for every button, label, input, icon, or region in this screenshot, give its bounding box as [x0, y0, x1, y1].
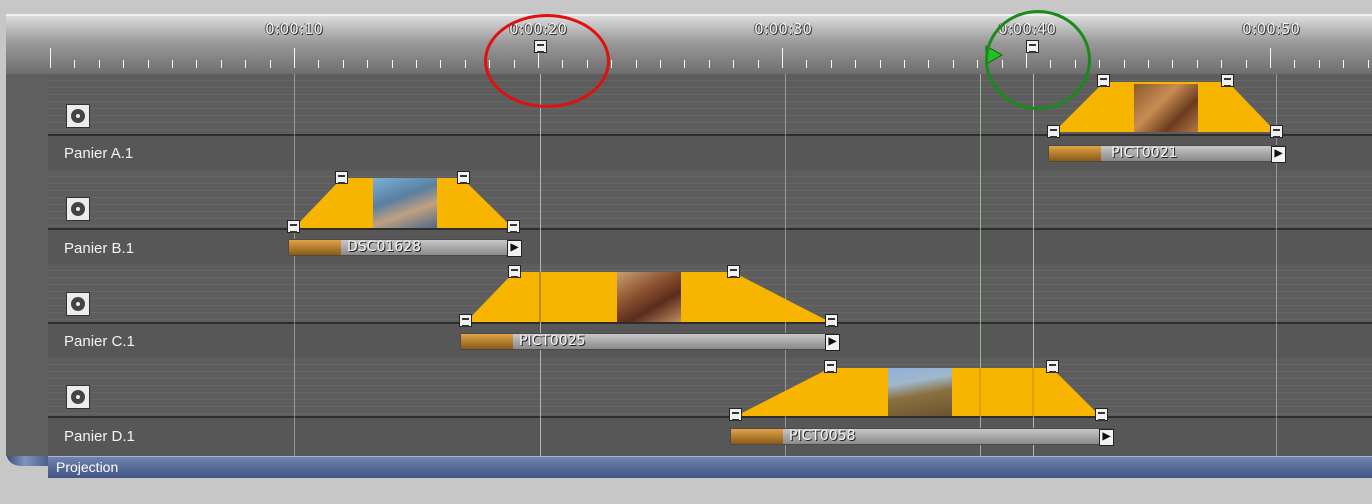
- clip-progress: [1049, 146, 1101, 161]
- keyframe-handle-icon[interactable]: [508, 265, 521, 278]
- clip-thumbnail-a: [1134, 84, 1198, 132]
- clip-thumbnail-d: [888, 368, 952, 416]
- status-strip: [0, 478, 1372, 504]
- clip-name: PICT0021: [1111, 145, 1178, 161]
- keyframe-handle-icon[interactable]: [1270, 125, 1283, 138]
- keyframe-handle-icon[interactable]: [1095, 408, 1108, 421]
- keyframe-handle-icon[interactable]: [1047, 125, 1060, 138]
- clip-thumbnail-c: [617, 272, 681, 322]
- projection-bar[interactable]: Projection: [48, 456, 1372, 479]
- keyframe-handle-icon[interactable]: [457, 171, 470, 184]
- clip-bar-a[interactable]: PICT0021 ▶: [1048, 145, 1286, 163]
- clip-name: PICT0025: [519, 333, 586, 349]
- clip-progress: [289, 240, 341, 255]
- keyframe-handle-icon[interactable]: [507, 220, 520, 233]
- keyframe-handle-icon[interactable]: [287, 220, 300, 233]
- keyframe-handle-icon[interactable]: [824, 360, 837, 373]
- keyframe-handle-icon[interactable]: [1221, 74, 1234, 87]
- timeline-editor: 0:00:10 0:00:20 0:00:30 0:00:40 0:00:50 …: [0, 0, 1372, 504]
- annotation-circle-red: [484, 14, 610, 108]
- projection-label: Projection: [56, 459, 119, 475]
- clip-end-arrow-icon[interactable]: ▶: [1271, 146, 1286, 163]
- clip-name: DSC01628: [347, 239, 421, 255]
- clip-name: PICT0058: [789, 428, 856, 444]
- keyframe-handle-icon[interactable]: [729, 408, 742, 421]
- clip-envelopes: [294, 82, 1276, 416]
- clip-progress: [731, 429, 783, 444]
- clip-bar-d[interactable]: PICT0058 ▶: [730, 428, 1114, 446]
- keyframe-handle-icon[interactable]: [459, 314, 472, 327]
- clip-progress: [461, 334, 513, 349]
- keyframe-handle-icon[interactable]: [1097, 74, 1110, 87]
- keyframe-handle-icon[interactable]: [825, 314, 838, 327]
- annotation-circle-green: [985, 10, 1091, 110]
- clip-bar-b[interactable]: DSC01628 ▶: [288, 239, 522, 257]
- keyframe-handle-icon[interactable]: [727, 265, 740, 278]
- keyframe-handle-icon[interactable]: [335, 171, 348, 184]
- clip-thumbnail-b: [373, 178, 437, 228]
- clip-end-arrow-icon[interactable]: ▶: [825, 334, 840, 351]
- keyframe-handle-icon[interactable]: [1046, 360, 1059, 373]
- clip-end-arrow-icon[interactable]: ▶: [507, 240, 522, 257]
- clip-bar-c[interactable]: PICT0025 ▶: [460, 333, 840, 351]
- clip-end-arrow-icon[interactable]: ▶: [1099, 429, 1114, 446]
